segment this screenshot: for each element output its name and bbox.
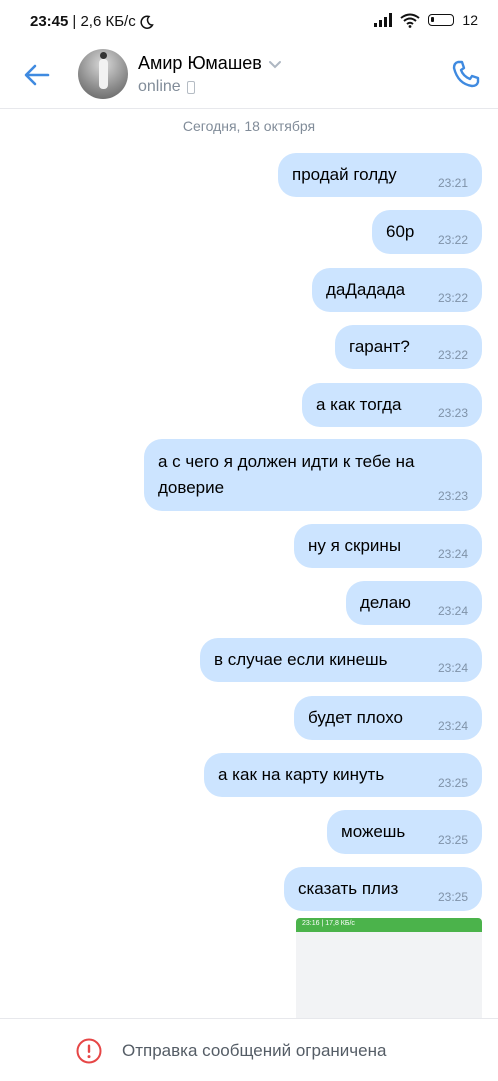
message-text: а как тогда	[316, 395, 402, 414]
chevron-down-icon[interactable]	[268, 57, 282, 71]
message-text: сказать плиз	[298, 879, 399, 898]
status-network-speed: | 2,6 КБ/с	[72, 13, 136, 30]
message-bubble[interactable]: а с чего я должен идти к тебе на доверие…	[144, 439, 482, 511]
message-bubble[interactable]: 60р 23:22	[372, 210, 482, 254]
avatar[interactable]	[78, 49, 128, 99]
status-bar: 23:45 | 2,6 КБ/с 12	[0, 0, 498, 44]
message-time: 23:24	[437, 719, 468, 733]
message-text: в случае если кинешь	[214, 650, 388, 669]
contact-name[interactable]: Амир Юмашев	[138, 53, 262, 74]
status-left: 23:45 | 2,6 КБ/с	[30, 13, 154, 30]
message-bubble[interactable]: продай голду 23:21	[278, 153, 482, 197]
message-text: делаю	[360, 593, 411, 612]
message-text: будет плохо	[308, 708, 403, 727]
message-text: даДадада	[326, 280, 406, 299]
message-time: 23:25	[437, 776, 468, 790]
back-arrow-icon[interactable]	[22, 60, 52, 90]
presence-text: online	[138, 78, 181, 95]
attachment-statusbar-text: 23:16 | 17,8 КБ/с	[302, 920, 355, 927]
message-bubble[interactable]: ну я скрины 23:24	[294, 524, 482, 568]
battery-level: 12	[462, 12, 478, 28]
message-text: 60р	[386, 222, 415, 241]
message-text: можешь	[341, 822, 406, 841]
wifi-icon	[400, 13, 421, 28]
message-time: 23:24	[437, 604, 468, 618]
warning-icon	[76, 1038, 102, 1064]
message-bubble[interactable]: гарант? 23:22	[335, 325, 482, 369]
screenshot-attachment[interactable]: 23:16 | 17,8 КБ/с	[296, 918, 482, 1028]
chat-header: Амир Юмашев online	[0, 44, 498, 109]
date-divider: Сегодня, 18 октября	[182, 118, 316, 134]
message-time: 23:25	[437, 833, 468, 847]
attachment-statusbar: 23:16 | 17,8 КБ/с	[296, 918, 482, 932]
message-time: 23:25	[437, 890, 468, 904]
message-time: 23:22	[437, 348, 468, 362]
phone-icon[interactable]	[450, 58, 482, 90]
signal-icon	[374, 13, 393, 27]
message-bubble[interactable]: а как на карту кинуть 23:25	[204, 753, 482, 797]
message-bubble[interactable]: делаю 23:24	[346, 581, 482, 625]
message-time: 23:24	[437, 661, 468, 675]
message-text: а как на карту кинуть	[218, 765, 385, 784]
message-bubble[interactable]: будет плохо 23:24	[294, 696, 482, 740]
message-bubble[interactable]: в случае если кинешь 23:24	[200, 638, 482, 682]
status-time: 23:45	[30, 13, 69, 30]
message-text-line2: доверие	[158, 478, 225, 497]
message-text: ну я скрины	[308, 536, 402, 555]
mobile-device-icon	[186, 80, 195, 94]
message-time: 23:22	[437, 291, 468, 305]
presence-status: online	[138, 78, 195, 96]
message-text: продай голду	[292, 165, 397, 184]
message-text: а с чего я должен идти к тебе на	[158, 452, 415, 471]
message-bubble[interactable]: сказать плиз 23:25	[284, 867, 482, 911]
restriction-text: Отправка сообщений ограничена	[122, 1041, 387, 1060]
battery-icon	[428, 14, 455, 26]
contact-name-row[interactable]: Амир Юмашев	[138, 53, 282, 74]
message-bubble[interactable]: а как тогда 23:23	[302, 383, 482, 427]
message-time: 23:23	[437, 406, 468, 420]
message-time: 23:21	[437, 176, 468, 190]
message-time: 23:23	[437, 489, 468, 503]
message-time: 23:24	[437, 547, 468, 561]
message-time: 23:22	[437, 233, 468, 247]
message-bubble[interactable]: даДадада 23:22	[312, 268, 482, 312]
moon-icon	[140, 14, 154, 29]
message-text: гарант?	[349, 337, 410, 356]
status-right: 12	[374, 12, 478, 28]
composer-restricted: Отправка сообщений ограничена	[0, 1018, 498, 1081]
message-bubble[interactable]: можешь 23:25	[327, 810, 482, 854]
